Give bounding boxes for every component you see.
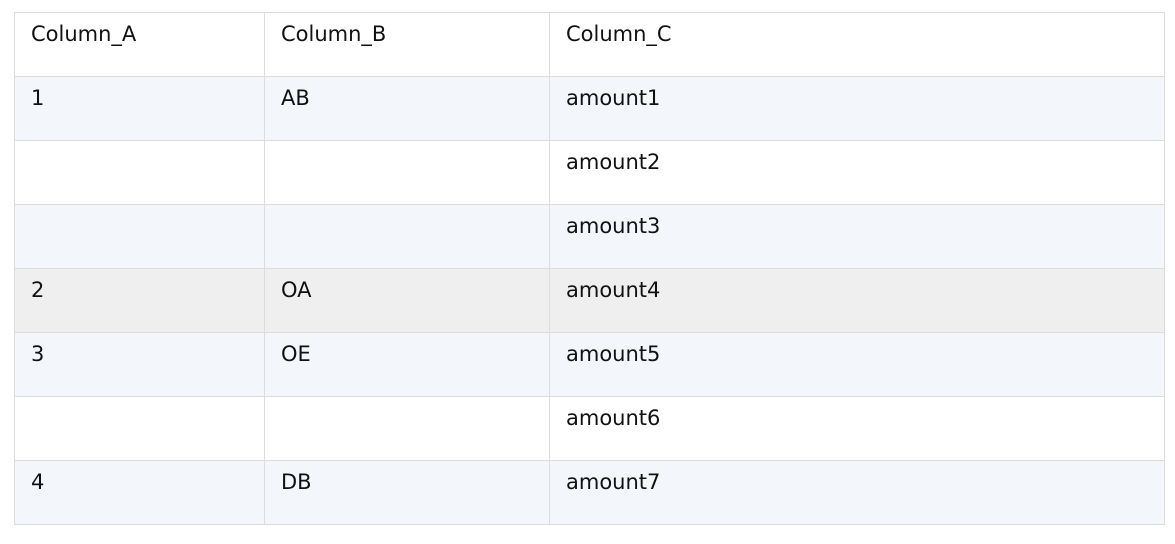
- table-cell-column-a: [14, 396, 265, 461]
- table-cell-column-c: amount5: [549, 332, 1165, 397]
- header-column-b: Column_B: [264, 12, 550, 77]
- table-row: 1 AB amount1: [14, 76, 1165, 141]
- header-column-a: Column_A: [14, 12, 265, 77]
- table-cell-column-b: [264, 204, 550, 269]
- table-row: 3 OE amount5: [14, 332, 1165, 397]
- table-cell-column-b: OE: [264, 332, 550, 397]
- table-cell-column-b: AB: [264, 76, 550, 141]
- header-column-c: Column_C: [549, 12, 1165, 77]
- table-cell-column-a: [14, 204, 265, 269]
- table-cell-column-c: amount1: [549, 76, 1165, 141]
- table-cell-column-c: amount7: [549, 460, 1165, 525]
- table-cell-column-c: amount6: [549, 396, 1165, 461]
- table-cell-column-c: amount2: [549, 140, 1165, 205]
- table-body: 1 AB amount1 amount2 amount3 2 OA amount4 3 OE amo…: [14, 76, 1165, 525]
- data-table: Column_A Column_B Column_C 1 AB amount1 amo…: [14, 12, 1165, 525]
- table-cell-column-a: [14, 140, 265, 205]
- header-row: Column_A Column_B Column_C: [14, 12, 1165, 77]
- table-row: 2 OA amount4: [14, 268, 1165, 333]
- table-row: amount3: [14, 204, 1165, 269]
- table-row: amount2: [14, 140, 1165, 205]
- table-header: Column_A Column_B Column_C: [14, 12, 1165, 77]
- table-row: 4 DB amount7: [14, 460, 1165, 525]
- table-cell-column-b: DB: [264, 460, 550, 525]
- table-cell-column-c: amount4: [549, 268, 1165, 333]
- table-cell-column-a: 4: [14, 460, 265, 525]
- table-cell-column-a: 2: [14, 268, 265, 333]
- table-cell-column-a: 3: [14, 332, 265, 397]
- table-cell-column-b: OA: [264, 268, 550, 333]
- table-row: amount6: [14, 396, 1165, 461]
- table-cell-column-b: [264, 396, 550, 461]
- table-cell-column-c: amount3: [549, 204, 1165, 269]
- table-cell-column-a: 1: [14, 76, 265, 141]
- table-cell-column-b: [264, 140, 550, 205]
